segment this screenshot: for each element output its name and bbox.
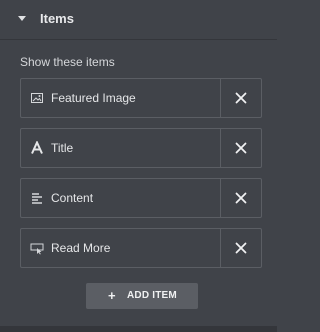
repeater-item-read-more[interactable]: Read More [20, 228, 262, 268]
repeater-item-content[interactable]: Content [20, 178, 262, 218]
item-edit-area[interactable]: Title [21, 129, 221, 167]
add-item-label: ADD ITEM [127, 290, 177, 301]
close-icon [235, 242, 247, 254]
close-icon [235, 192, 247, 204]
item-edit-area[interactable]: Featured Image [21, 79, 221, 117]
remove-item-button[interactable] [221, 229, 261, 267]
show-items-label: Show these items [20, 55, 115, 69]
section-title: Items [40, 11, 74, 26]
item-label: Content [51, 191, 94, 205]
item-label: Read More [51, 241, 111, 255]
remove-item-button[interactable] [221, 79, 261, 117]
caret-down-icon[interactable] [18, 16, 26, 21]
item-edit-area[interactable]: Content [21, 179, 221, 217]
item-label: Title [51, 141, 74, 155]
item-edit-area[interactable]: Read More [21, 229, 221, 267]
repeater-item-featured-image[interactable]: Featured Image [20, 78, 262, 118]
remove-item-button[interactable] [221, 179, 261, 217]
bottom-divider [0, 326, 277, 332]
title-text-icon [30, 140, 44, 155]
plus-icon: + [108, 288, 116, 303]
close-icon [235, 92, 247, 104]
pointer-button-icon [30, 241, 44, 255]
close-icon [235, 142, 247, 154]
add-item-button[interactable]: + ADD ITEM [86, 283, 198, 309]
align-left-icon [30, 191, 44, 205]
items-section-header[interactable]: Items [0, 0, 277, 40]
image-icon [30, 91, 44, 105]
repeater-item-title[interactable]: Title [20, 128, 262, 168]
items-panel: Items Show these items Featured Image Ti… [0, 0, 277, 332]
item-label: Featured Image [51, 91, 136, 105]
remove-item-button[interactable] [221, 129, 261, 167]
